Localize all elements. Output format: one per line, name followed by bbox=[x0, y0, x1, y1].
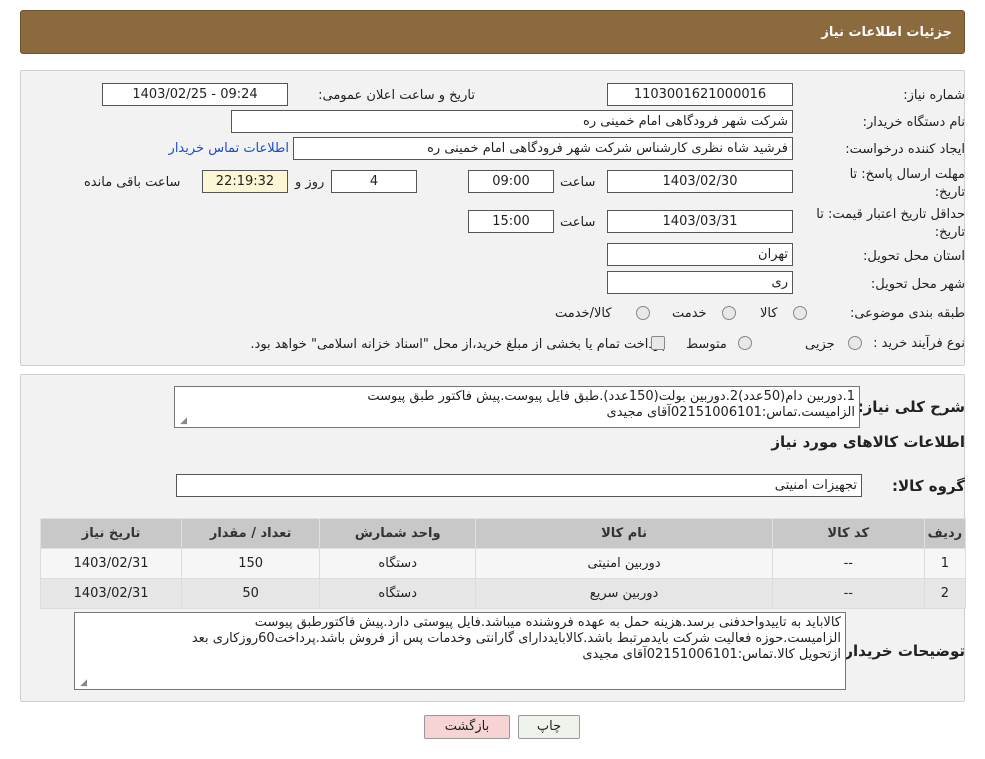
category-radio-goods-service[interactable] bbox=[636, 306, 650, 320]
cell-code: -- bbox=[771, 548, 925, 579]
col-row: ردیف bbox=[923, 518, 967, 549]
cell-qty: 150 bbox=[181, 548, 321, 579]
buyer-notes-line2: الزامیست.حوزه فعالیت شرکت بایدمرتبط باشد… bbox=[191, 631, 841, 646]
category-label: طبقه بندی موضوعی: bbox=[849, 306, 965, 321]
page-title: جزئیات اطلاعات نیاز bbox=[821, 25, 952, 40]
process-option-medium: متوسط bbox=[686, 337, 727, 352]
creator-field: فرشید شاه نظری کارشناس شرکت شهر فرودگاهی… bbox=[293, 137, 793, 160]
buyer-org-label: نام دستگاه خریدار: bbox=[862, 115, 965, 130]
validity-time-label: ساعت bbox=[560, 215, 596, 230]
category-option-goods-service: کالا/خدمت bbox=[555, 306, 612, 321]
deadline-label: مهلت ارسال پاسخ: تا تاریخ: bbox=[850, 166, 965, 202]
goods-table: ردیف کد کالا نام کالا واحد شمارش تعداد /… bbox=[39, 518, 967, 609]
goods-section-title: اطلاعات کالاهای مورد نیاز bbox=[771, 433, 965, 451]
validity-label: حداقل تاریخ اعتبار قیمت: تا تاریخ: bbox=[816, 206, 965, 242]
validity-date-field: 1403/03/31 bbox=[607, 210, 793, 233]
category-option-goods: کالا bbox=[760, 306, 778, 321]
goods-group-label: گروه کالا: bbox=[892, 477, 965, 495]
cell-name: دوربین امنیتی bbox=[475, 548, 773, 579]
table-row: 2 -- دوربین سریع دستگاه 50 1403/02/31 bbox=[39, 578, 967, 609]
col-date: تاریخ نیاز bbox=[39, 518, 183, 549]
city-field: ری bbox=[607, 271, 793, 294]
process-option-minor: جزیی bbox=[805, 337, 835, 352]
cell-unit: دستگاه bbox=[319, 578, 477, 609]
announce-field: 1403/02/25 - 09:24 bbox=[102, 83, 288, 106]
buyer-contact-link[interactable]: اطلاعات تماس خریدار bbox=[169, 141, 289, 156]
buyer-org-field: شرکت شهر فرودگاهی امام خمینی ره bbox=[231, 110, 793, 133]
buyer-notes-line1: کالاباید به تاییدواحدفنی برسد.هزینه حمل … bbox=[254, 615, 841, 630]
days-remaining-field: 4 bbox=[331, 170, 417, 193]
announce-label: تاریخ و ساعت اعلان عمومی: bbox=[318, 88, 475, 103]
buyer-notes-label: توضیحات خریدار: bbox=[838, 642, 965, 660]
cell-date: 1403/02/31 bbox=[39, 578, 183, 609]
col-qty: تعداد / مقدار bbox=[181, 518, 321, 549]
page-header: جزئیات اطلاعات نیاز bbox=[20, 10, 965, 54]
category-radio-service[interactable] bbox=[722, 306, 736, 320]
deadline-time-label: ساعت bbox=[560, 175, 596, 190]
cell-name: دوربین سریع bbox=[475, 578, 773, 609]
cell-qty: 50 bbox=[181, 578, 321, 609]
deadline-date-field: 1403/02/30 bbox=[607, 170, 793, 193]
resize-handle-icon[interactable]: ◢ bbox=[177, 416, 187, 426]
need-number-field: 1103001621000016 bbox=[607, 83, 793, 106]
province-field: تهران bbox=[607, 243, 793, 266]
col-code: کد کالا bbox=[771, 518, 925, 549]
process-radio-medium[interactable] bbox=[738, 336, 752, 350]
process-label: نوع فرآیند خرید : bbox=[873, 336, 965, 351]
summary-label: شرح کلی نیاز: bbox=[857, 398, 965, 416]
deadline-label-line1: مهلت ارسال پاسخ: تا bbox=[849, 167, 965, 182]
summary-line2: الزامیست.تماس:02151006101آقای مجیدی bbox=[606, 405, 855, 420]
table-row: 1 -- دوربین امنیتی دستگاه 150 1403/02/31 bbox=[39, 548, 967, 579]
validity-label-line1: حداقل تاریخ اعتبار قیمت: تا bbox=[816, 207, 965, 222]
deadline-label-line2: تاریخ: bbox=[934, 185, 965, 200]
process-radio-minor[interactable] bbox=[848, 336, 862, 350]
col-name: نام کالا bbox=[475, 518, 773, 549]
days-label: روز و bbox=[295, 175, 325, 190]
category-option-service: خدمت bbox=[672, 306, 707, 321]
city-label: شهر محل تحویل: bbox=[870, 277, 965, 292]
summary-textarea[interactable]: 1.دوربین دام(50عدد)2.دوربین بولت(150عدد)… bbox=[174, 386, 860, 428]
cell-unit: دستگاه bbox=[319, 548, 477, 579]
cell-row: 1 bbox=[923, 548, 967, 579]
buyer-notes-textarea[interactable]: کالاباید به تاییدواحدفنی برسد.هزینه حمل … bbox=[74, 612, 846, 690]
back-button[interactable]: بازگشت bbox=[424, 715, 510, 739]
goods-table-wrap: ردیف کد کالا نام کالا واحد شمارش تعداد /… bbox=[39, 518, 967, 609]
validity-time-field: 15:00 bbox=[468, 210, 554, 233]
treasury-note: پرداخت تمام یا بخشی از مبلغ خرید،از محل … bbox=[250, 337, 665, 352]
process-checkbox-label: پرداخت تمام یا بخشی از مبلغ خرید،از محل … bbox=[130, 337, 665, 352]
need-number-label: شماره نیاز: bbox=[903, 88, 965, 103]
category-radio-goods[interactable] bbox=[793, 306, 807, 320]
col-unit: واحد شمارش bbox=[319, 518, 477, 549]
resize-handle-icon[interactable]: ◢ bbox=[77, 678, 87, 688]
cell-code: -- bbox=[771, 578, 925, 609]
remaining-time-field: 22:19:32 bbox=[202, 170, 288, 193]
buyer-notes-line3: ازتحویل کالا.تماس:02151006101آقای مجیدی bbox=[582, 647, 841, 662]
goods-group-field: تجهیزات امنیتی bbox=[176, 474, 862, 497]
validity-label-line2: تاریخ: bbox=[934, 225, 965, 240]
summary-line1: 1.دوربین دام(50عدد)2.دوربین بولت(150عدد)… bbox=[367, 389, 855, 404]
goods-table-header: ردیف کد کالا نام کالا واحد شمارش تعداد /… bbox=[39, 518, 967, 549]
cell-date: 1403/02/31 bbox=[39, 548, 183, 579]
treasury-checkbox[interactable] bbox=[651, 336, 665, 350]
province-label: استان محل تحویل: bbox=[863, 249, 965, 264]
creator-label: ایجاد کننده درخواست: bbox=[845, 142, 965, 157]
cell-row: 2 bbox=[923, 578, 967, 609]
deadline-time-field: 09:00 bbox=[468, 170, 554, 193]
remaining-label: ساعت باقی مانده bbox=[84, 175, 181, 190]
print-button[interactable]: چاپ bbox=[518, 715, 580, 739]
